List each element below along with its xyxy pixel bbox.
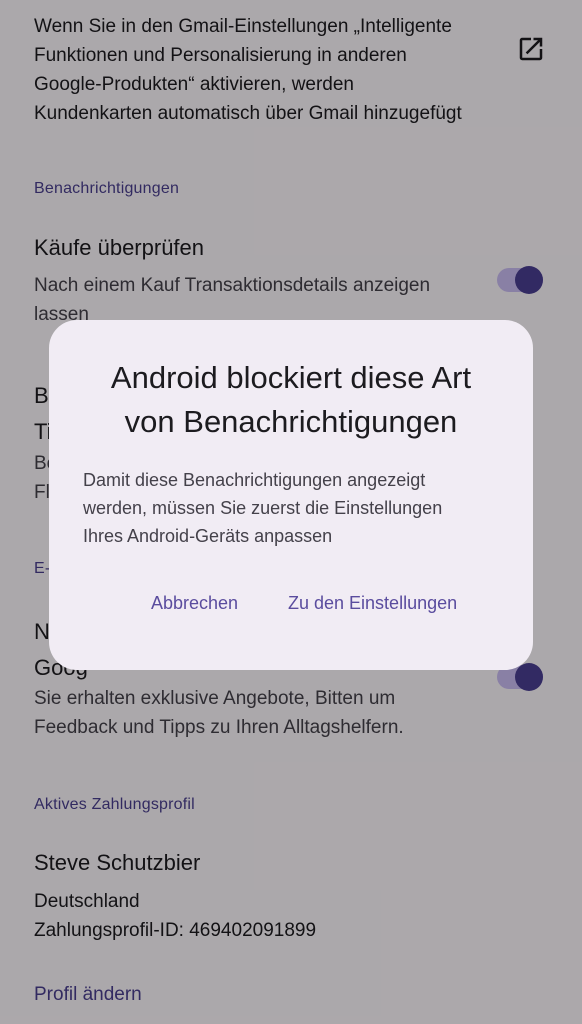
message-line: Ihres Android-Geräts anpassen: [83, 526, 333, 546]
open-settings-button[interactable]: Zu den Einstellungen: [282, 589, 463, 618]
settings-screen: Wenn Sie in den Gmail-Einstellungen „Int…: [0, 0, 582, 1024]
message-line: werden, müssen Sie zuerst die Einstellun…: [83, 498, 443, 518]
title-line: von Benachrichtigungen: [124, 404, 458, 439]
message-line: Damit diese Benachrichtigungen angezeigt: [83, 470, 426, 490]
dialog-message: Damit diese Benachrichtigungen angezeigt…: [83, 466, 503, 550]
title-line: Android blockiert diese Art: [110, 360, 472, 395]
cancel-button[interactable]: Abbrechen: [145, 589, 244, 618]
dialog-title: Android blockiert diese Art von Benachri…: [73, 356, 509, 444]
notification-blocked-dialog: Android blockiert diese Art von Benachri…: [49, 320, 533, 670]
